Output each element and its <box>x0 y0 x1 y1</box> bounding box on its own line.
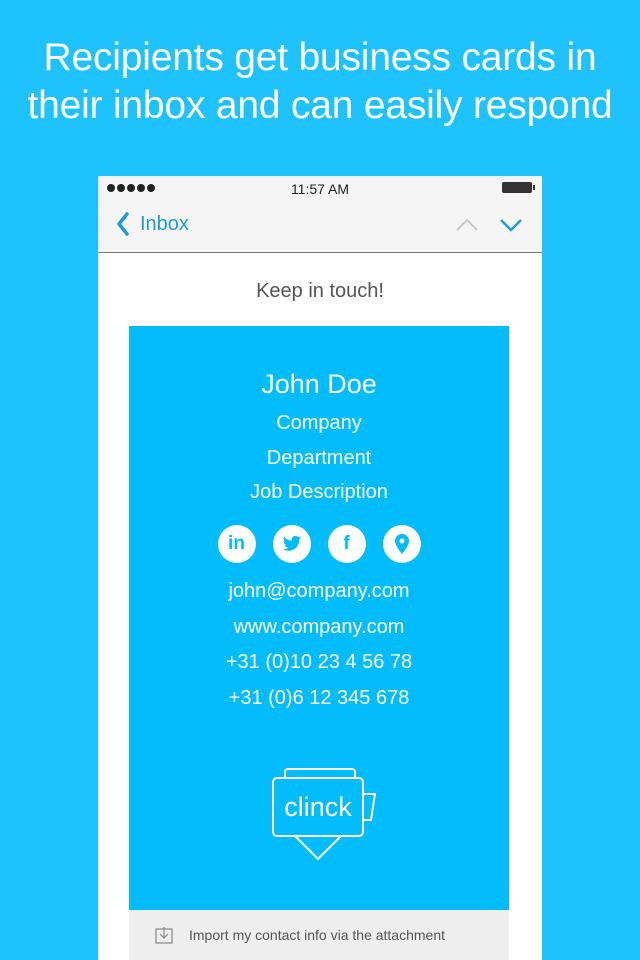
facebook-button[interactable]: f <box>327 525 366 563</box>
card-email-link[interactable]: john@company.com <box>129 580 509 603</box>
nav-bar: Inbox <box>98 202 542 253</box>
phone-screen: 11:57 AM Inbox Keep in touch! John Doe C… <box>98 176 542 960</box>
battery-icon <box>502 182 535 193</box>
chevron-up-icon[interactable] <box>456 218 478 232</box>
chevron-left-icon <box>117 212 129 236</box>
twitter-button[interactable] <box>272 525 311 563</box>
facebook-icon: f <box>343 533 350 554</box>
status-time: 11:57 AM <box>290 181 350 197</box>
headline-line-1: Recipients get business cards in <box>43 36 597 79</box>
headline-line-2: their inbox and can easily respond <box>27 84 613 127</box>
card-phone-1[interactable]: +31 (0)10 23 4 56 78 <box>129 651 509 674</box>
chevron-down-icon[interactable] <box>500 218 522 232</box>
back-button[interactable]: Inbox <box>116 212 189 236</box>
import-label: Import my contact info via the attachmen… <box>189 927 446 943</box>
card-phone-2[interactable]: +31 (0)6 12 345 678 <box>129 687 509 710</box>
logo-text: clinck <box>284 792 352 822</box>
download-icon <box>155 927 173 944</box>
linkedin-button[interactable]: in <box>217 525 256 563</box>
back-label: Inbox <box>140 212 189 235</box>
location-button[interactable] <box>382 525 421 563</box>
clinck-logo: clinck <box>272 768 377 861</box>
card-company: Company <box>276 412 362 434</box>
import-contact-button[interactable]: Import my contact info via the attachmen… <box>129 910 509 960</box>
social-links: in f <box>129 525 509 563</box>
location-pin-icon <box>394 534 409 554</box>
twitter-icon <box>282 535 301 551</box>
business-card: John Doe Company Department Job Descript… <box>129 326 509 910</box>
email-subject: Keep in touch! <box>256 280 384 302</box>
headline: Recipients get business cards in their i… <box>0 34 640 130</box>
linkedin-icon: in <box>228 533 245 554</box>
card-website-link[interactable]: www.company.com <box>129 616 509 639</box>
card-job: Job Description <box>250 481 388 503</box>
card-department: Department <box>266 447 372 469</box>
status-bar: 11:57 AM <box>98 176 542 202</box>
card-name: John Doe <box>261 369 377 399</box>
